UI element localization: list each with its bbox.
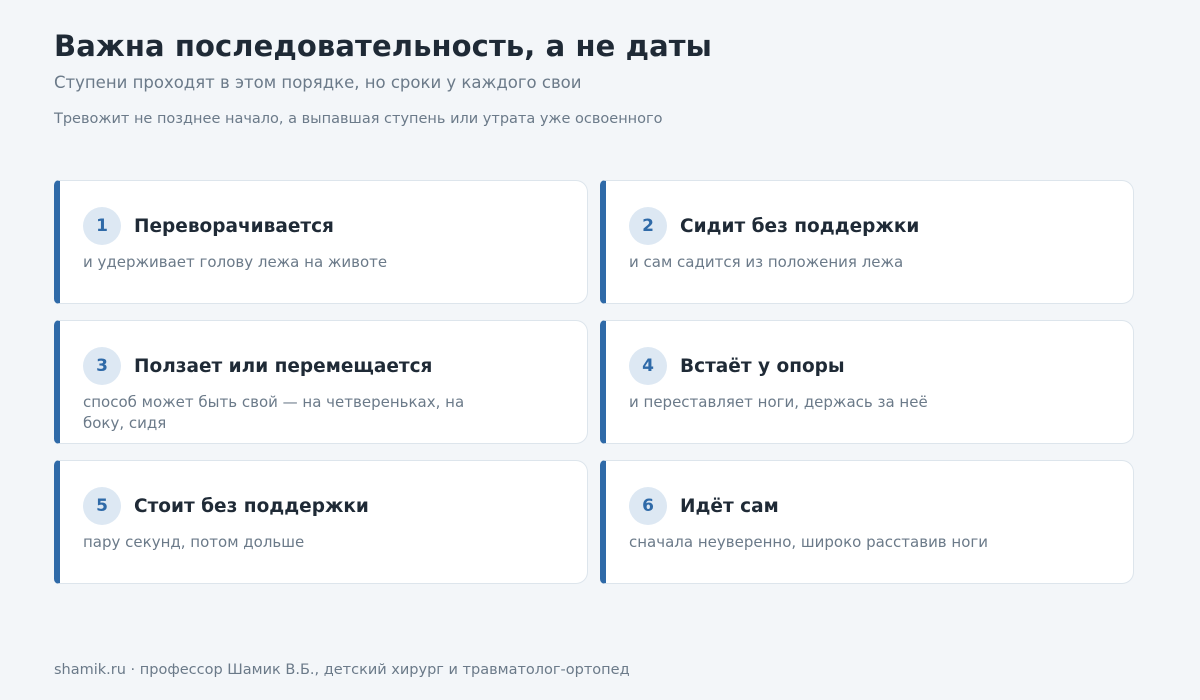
step-description: и сам садится из положения лежа: [629, 253, 904, 271]
step-card-4: 4 Встаёт у опоры и переставляет ноги, де…: [600, 320, 1134, 444]
step-number-badge: 1: [83, 207, 121, 245]
step-number-badge: 6: [629, 487, 667, 525]
step-card-3: 3 Ползает или перемещается способ может …: [54, 320, 588, 444]
step-number-badge: 2: [629, 207, 667, 245]
page-subtitle: Ступени проходят в этом порядке, но срок…: [54, 73, 582, 92]
step-card-2: 2 Сидит без поддержки и сам садится из п…: [600, 180, 1134, 304]
step-card-header: 1 Переворачивается: [83, 207, 547, 245]
step-description: и удерживает голову лежа на животе: [83, 253, 388, 271]
step-description: и переставляет ноги, держась за неё: [629, 393, 928, 411]
step-card-header: 4 Встаёт у опоры: [629, 347, 1093, 385]
step-card-header: 2 Сидит без поддержки: [629, 207, 1093, 245]
step-card-1: 1 Переворачивается и удерживает голову л…: [54, 180, 588, 304]
steps-grid: 1 Переворачивается и удерживает голову л…: [54, 180, 1134, 584]
step-number-badge: 5: [83, 487, 121, 525]
page-note: Тревожит не позднее начало, а выпавшая с…: [54, 111, 663, 127]
step-title: Переворачивается: [134, 215, 334, 237]
page-title: Важна последовательность, а не даты: [54, 29, 713, 63]
step-card-header: 5 Стоит без поддержки: [83, 487, 547, 525]
step-card-6: 6 Идёт сам сначала неуверенно, широко ра…: [600, 460, 1134, 584]
step-title: Стоит без поддержки: [134, 495, 369, 517]
step-title: Ползает или перемещается: [134, 355, 433, 377]
step-description: способ может быть свой — на четвереньках…: [83, 393, 465, 432]
step-card-header: 6 Идёт сам: [629, 487, 1093, 525]
step-description: пару секунд, потом дольше: [83, 533, 305, 551]
step-description: сначала неуверенно, широко расставив ног…: [629, 533, 989, 551]
step-number-badge: 4: [629, 347, 667, 385]
footer-credit: shamik.ru · профессор Шамик В.Б., детски…: [54, 662, 630, 678]
step-card-header: 3 Ползает или перемещается: [83, 347, 547, 385]
step-title: Идёт сам: [680, 495, 779, 517]
step-number-badge: 3: [83, 347, 121, 385]
step-card-5: 5 Стоит без поддержки пару секунд, потом…: [54, 460, 588, 584]
step-title: Встаёт у опоры: [680, 355, 845, 377]
step-title: Сидит без поддержки: [680, 215, 920, 237]
